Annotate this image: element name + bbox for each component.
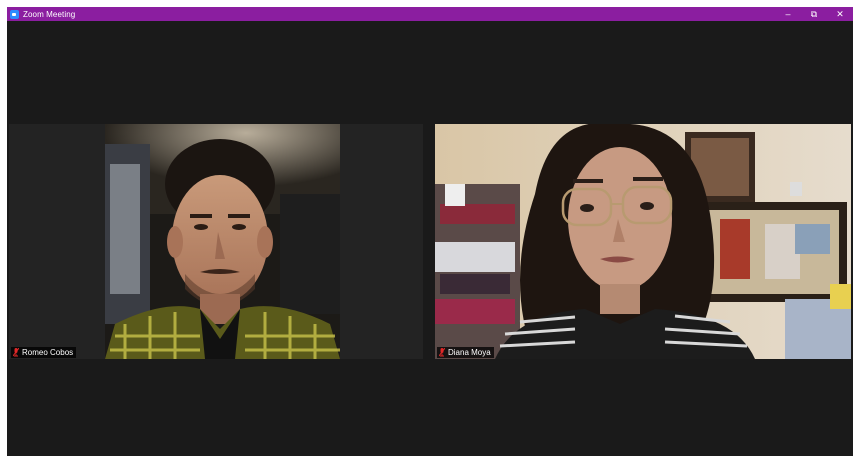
participant-video — [435, 124, 851, 359]
participant-name: Diana Moya — [448, 348, 491, 357]
muted-mic-icon — [13, 348, 19, 357]
window-title: Zoom Meeting — [23, 9, 76, 19]
participant-name-label: Diana Moya — [437, 347, 494, 358]
muted-mic-icon — [439, 348, 445, 357]
participant-tile-diana[interactable]: Diana Moya — [435, 124, 851, 359]
title-bar[interactable]: Zoom Meeting – ⧉ ✕ — [7, 7, 853, 21]
zoom-window: Zoom Meeting – ⧉ ✕ Romeo Cobos Diana Moy… — [7, 7, 853, 456]
minimize-icon[interactable]: – — [775, 7, 801, 21]
participant-name-label: Romeo Cobos — [11, 347, 77, 358]
video-gallery: Romeo Cobos Diana Moya — [7, 21, 853, 456]
participant-name: Romeo Cobos — [22, 348, 74, 357]
participant-tile-romeo[interactable]: Romeo Cobos — [9, 124, 423, 359]
close-icon[interactable]: ✕ — [827, 7, 853, 21]
restore-icon[interactable]: ⧉ — [801, 7, 827, 21]
participant-video — [105, 124, 340, 359]
window-controls: – ⧉ ✕ — [775, 7, 853, 21]
zoom-icon — [10, 9, 19, 19]
